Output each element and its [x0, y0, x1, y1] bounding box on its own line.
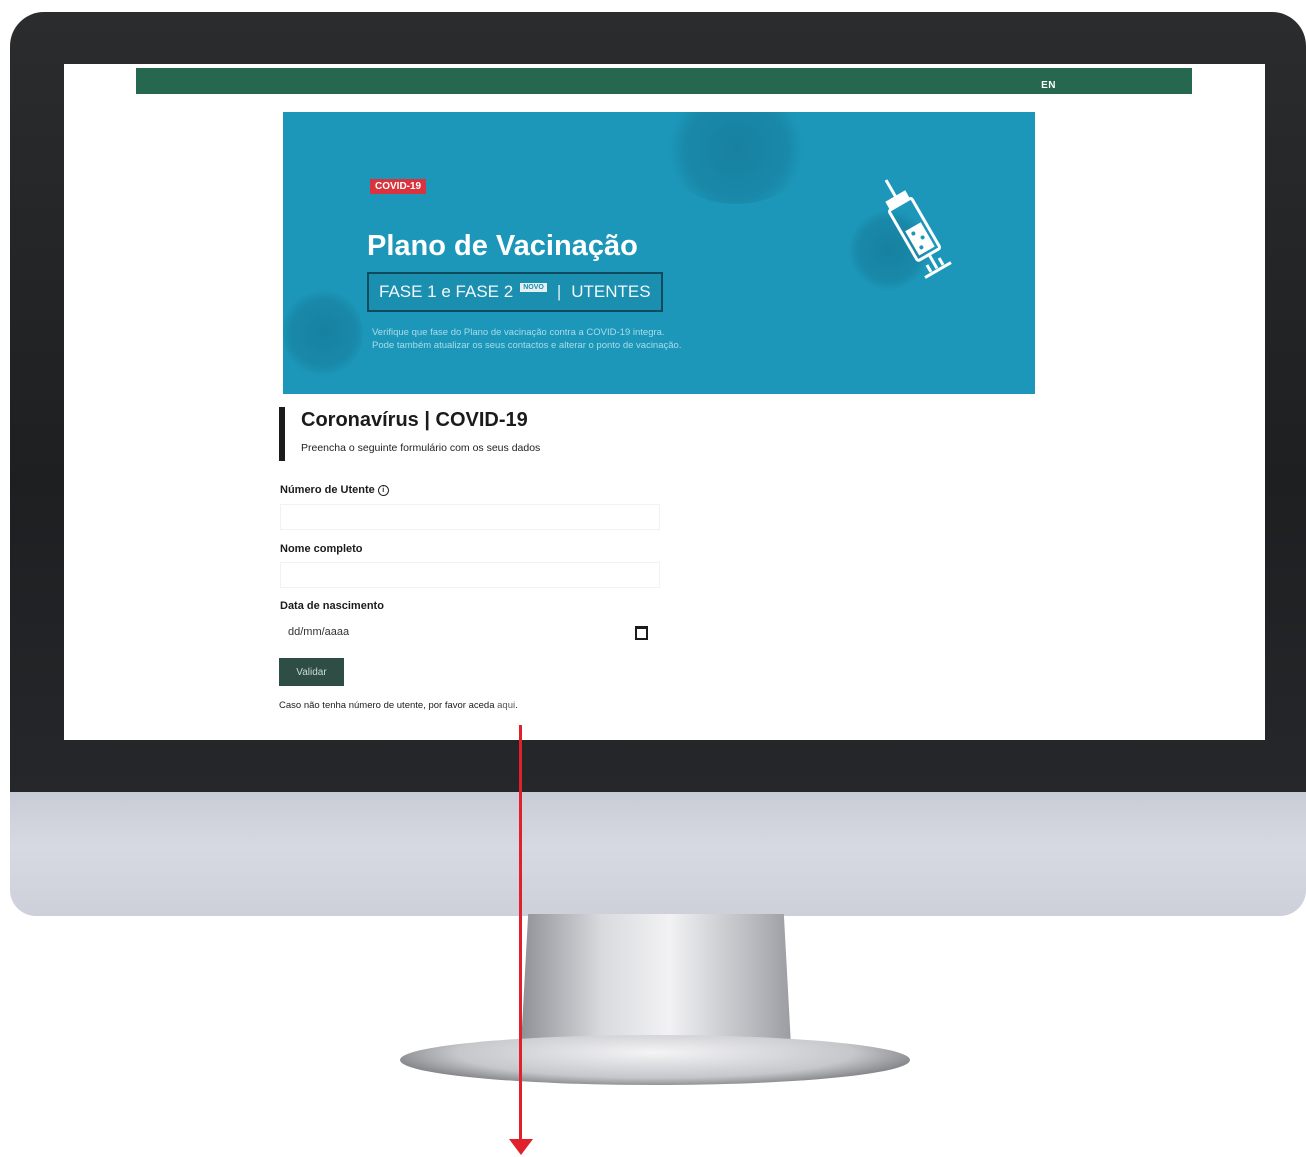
help-text-body: Caso não tenha número de utente, por fav… — [279, 700, 498, 711]
monitor-screen: EN COVID-19 Plano de Vacinação FASE 1 e … — [64, 64, 1265, 740]
utente-number-input[interactable] — [280, 504, 660, 530]
name-label: Nome completo — [280, 543, 363, 555]
audience-label: UTENTES — [571, 282, 651, 301]
banner-description: Verifique que fase do Plano de vacinação… — [372, 326, 802, 352]
utente-label: Número de Utente i — [280, 484, 389, 496]
covid-tag: COVID-19 — [370, 179, 427, 194]
help-text-end: . — [515, 700, 518, 711]
birthdate-label: Data de nascimento — [280, 600, 384, 612]
virus-icon — [283, 288, 363, 378]
banner-description-line2: Pode também atualizar os seus contactos … — [372, 340, 682, 351]
section-title: Coronavírus | COVID-19 — [301, 409, 528, 431]
utente-label-text: Número de Utente — [280, 484, 375, 496]
help-text: Caso não tenha número de utente, por fav… — [279, 700, 518, 711]
info-icon[interactable]: i — [377, 485, 389, 496]
birthdate-placeholder: dd/mm/aaaa — [288, 626, 350, 638]
help-link[interactable]: aqui — [497, 700, 515, 711]
full-name-input[interactable] — [280, 562, 660, 588]
monitor-chin — [10, 792, 1306, 916]
validate-button[interactable]: Validar — [279, 658, 344, 686]
syringe-icon — [884, 179, 952, 279]
banner-title: Plano de Vacinação — [367, 230, 638, 262]
new-badge: NOVO — [520, 282, 547, 292]
phase-text: FASE 1 e FASE 2 — [379, 282, 514, 301]
top-navigation-bar: EN — [136, 68, 1192, 94]
monitor-stand-base — [400, 1035, 910, 1085]
virus-icon — [661, 112, 811, 204]
phase-separator: | — [556, 282, 562, 301]
annotation-arrow-line — [519, 725, 522, 1140]
birthdate-input[interactable]: dd/mm/aaaa — [280, 620, 660, 646]
language-link[interactable]: EN — [1041, 80, 1056, 91]
section-subtitle: Preencha o seguinte formulário com os se… — [301, 442, 541, 454]
section-heading: Coronavírus | COVID-19 Preencha o seguin… — [279, 407, 701, 461]
phase-box: FASE 1 e FASE 2 NOVO | UTENTES — [367, 272, 663, 312]
vaccination-banner: COVID-19 Plano de Vacinação FASE 1 e FAS… — [283, 112, 1035, 394]
banner-description-line1: Verifique que fase do Plano de vacinação… — [372, 327, 665, 338]
annotation-arrow-head — [509, 1139, 533, 1155]
calendar-icon[interactable] — [635, 626, 648, 640]
